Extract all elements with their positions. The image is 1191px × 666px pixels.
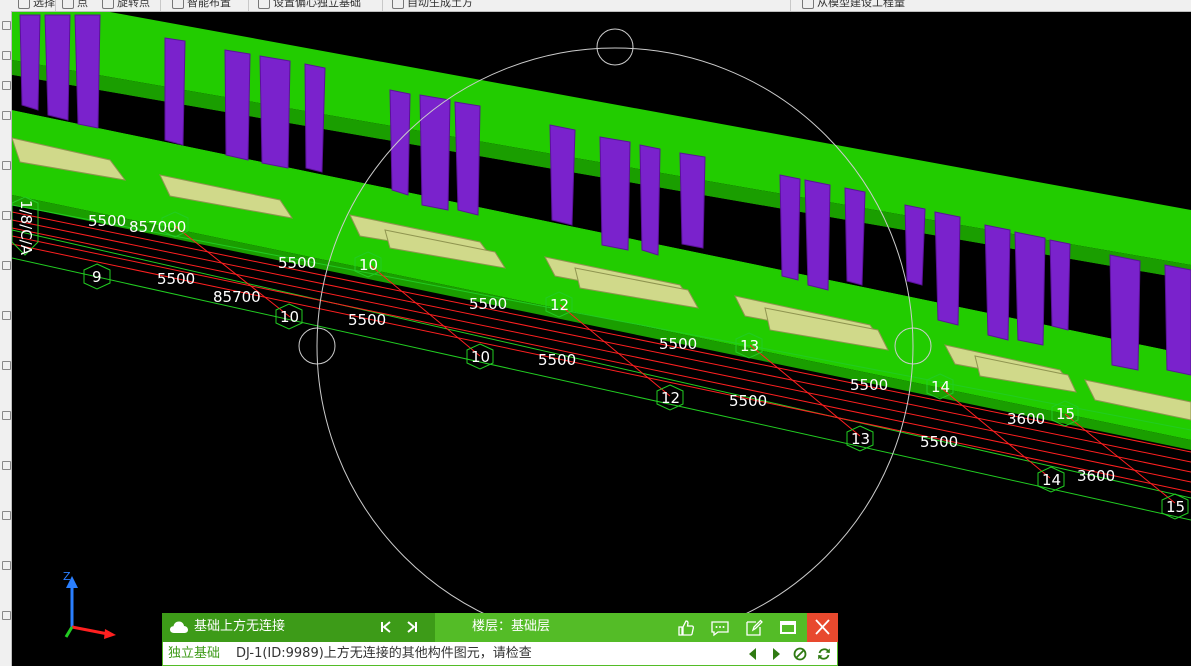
axis-number: 10 — [471, 348, 490, 366]
panel-header: 基础上方无连接 楼层：基础层 — [162, 613, 838, 642]
tool-eccentric-foundation-button[interactable]: 设置偏心独立基础 — [258, 0, 361, 10]
strip-tool-icon[interactable] — [2, 511, 11, 520]
strip-tool-icon[interactable] — [2, 51, 11, 60]
dim-label: 5500 — [729, 392, 767, 410]
axis-number: 12 — [550, 296, 569, 314]
dim-label: 5500 — [348, 311, 386, 329]
nav-last-icon[interactable] — [405, 620, 419, 634]
toolbar-separator — [248, 0, 249, 11]
issue-type: 独立基础 — [168, 646, 221, 661]
tool-smart-layout-button[interactable]: 智能布置 — [172, 0, 231, 10]
issue-message[interactable]: DJ-1(ID:9989)上方无连接的其他构件图元，请检查 — [236, 646, 532, 662]
close-button[interactable] — [807, 613, 838, 642]
dim-label: 3600 — [1007, 410, 1045, 428]
strip-tool-icon[interactable] — [2, 561, 11, 570]
axis-number: 9 — [92, 268, 102, 286]
refresh-icon[interactable] — [817, 647, 831, 661]
axis-number: 14 — [931, 378, 950, 396]
dim-label: 5500 — [469, 295, 507, 313]
dim-label: 5500 — [920, 433, 958, 451]
dim-label: 5500 — [538, 351, 576, 369]
ignore-icon[interactable] — [793, 647, 807, 661]
tool-select-button[interactable]: 选择 — [18, 0, 55, 10]
issue-row[interactable]: 独立基础 DJ-1(ID:9989)上方无连接的其他构件图元，请检查 — [162, 642, 838, 666]
strip-tool-icon[interactable] — [2, 111, 11, 120]
floor-label: 楼层：基础层 — [472, 619, 551, 634]
axis-number: 12 — [661, 389, 680, 407]
prev-issue-icon[interactable] — [746, 647, 760, 661]
axis-left-label: 1/8/C/A — [17, 200, 35, 256]
strip-tool-icon[interactable] — [2, 311, 11, 320]
panel-title-box: 基础上方无连接 — [162, 613, 435, 642]
toolbar-separator — [55, 0, 56, 11]
tool-earthwork-button[interactable]: 自动生成土方 — [392, 0, 473, 10]
tool-model-quantity-button[interactable]: 从模型建设工程量 — [802, 0, 905, 10]
dim-label: 5500 — [157, 270, 195, 288]
toolbar-separator — [790, 0, 791, 11]
coordinate-axis-icon: Z — [63, 570, 116, 639]
dim-label: 85700 — [213, 288, 261, 306]
dim-label: 5500 — [88, 212, 126, 230]
thumb-up-icon[interactable] — [677, 619, 695, 637]
strip-tool-icon[interactable] — [2, 21, 11, 30]
nav-first-icon[interactable] — [379, 620, 393, 634]
dim-label: 5500 — [659, 335, 697, 353]
smart-layout-icon — [172, 0, 184, 9]
strip-tool-icon[interactable] — [2, 611, 11, 620]
panel-title: 基础上方无连接 — [194, 619, 286, 634]
axis-number: 14 — [1042, 471, 1061, 489]
maximize-icon[interactable] — [779, 619, 797, 637]
axis-number: 10 — [359, 256, 378, 274]
strip-tool-icon[interactable] — [2, 411, 11, 420]
strip-tool-icon[interactable] — [2, 261, 11, 270]
check-result-panel: 基础上方无连接 楼层：基础层 独立基础 DJ-1(ID:9989)上方无连接的其… — [162, 613, 838, 666]
dim-label: 3600 — [1077, 467, 1115, 485]
strip-tool-icon[interactable] — [2, 361, 11, 370]
dim-label: 5500 — [278, 254, 316, 272]
rotate-point-icon — [102, 0, 114, 9]
axis-number: 15 — [1166, 498, 1185, 516]
toolbar-separator — [382, 0, 383, 11]
ribbon-toolbar: 选择 点 旋转点 智能布置 设置偏心独立基础 自动生成土方 从模型建设工程量 — [0, 0, 1191, 12]
dim-label: 5500 — [850, 376, 888, 394]
axis-number: 10 — [280, 308, 299, 326]
strip-tool-icon[interactable] — [2, 211, 11, 220]
earthwork-icon — [392, 0, 404, 9]
strip-tool-icon[interactable] — [2, 461, 11, 470]
rotate-handle-top — [596, 28, 634, 66]
axis-number: 13 — [740, 337, 759, 355]
next-issue-icon[interactable] — [769, 647, 783, 661]
tool-point-button[interactable]: 点 — [62, 0, 88, 10]
toolbar-separator — [160, 0, 161, 11]
model-quantity-icon — [802, 0, 814, 9]
cloud-icon — [170, 621, 188, 633]
dim-label: 857000 — [129, 218, 186, 236]
comment-icon[interactable] — [711, 619, 729, 637]
tool-rotate-point-button[interactable]: 旋转点 — [102, 0, 150, 10]
eccentric-foundation-icon — [258, 0, 270, 9]
edit-icon[interactable] — [745, 619, 763, 637]
z-axis-label: Z — [63, 570, 71, 583]
strip-tool-icon[interactable] — [2, 161, 11, 170]
axis-number: 13 — [851, 430, 870, 448]
model-scene: 5500 857000 5500 85700 5500 5500 5500 55… — [12, 12, 1191, 645]
strip-tool-icon[interactable] — [2, 81, 11, 90]
close-icon — [815, 619, 830, 635]
axis-number: 15 — [1056, 405, 1075, 423]
model-viewport[interactable]: 5500 857000 5500 85700 5500 5500 5500 55… — [12, 12, 1191, 666]
left-tool-strip — [0, 11, 12, 666]
point-icon — [62, 0, 74, 9]
select-icon — [18, 0, 30, 9]
